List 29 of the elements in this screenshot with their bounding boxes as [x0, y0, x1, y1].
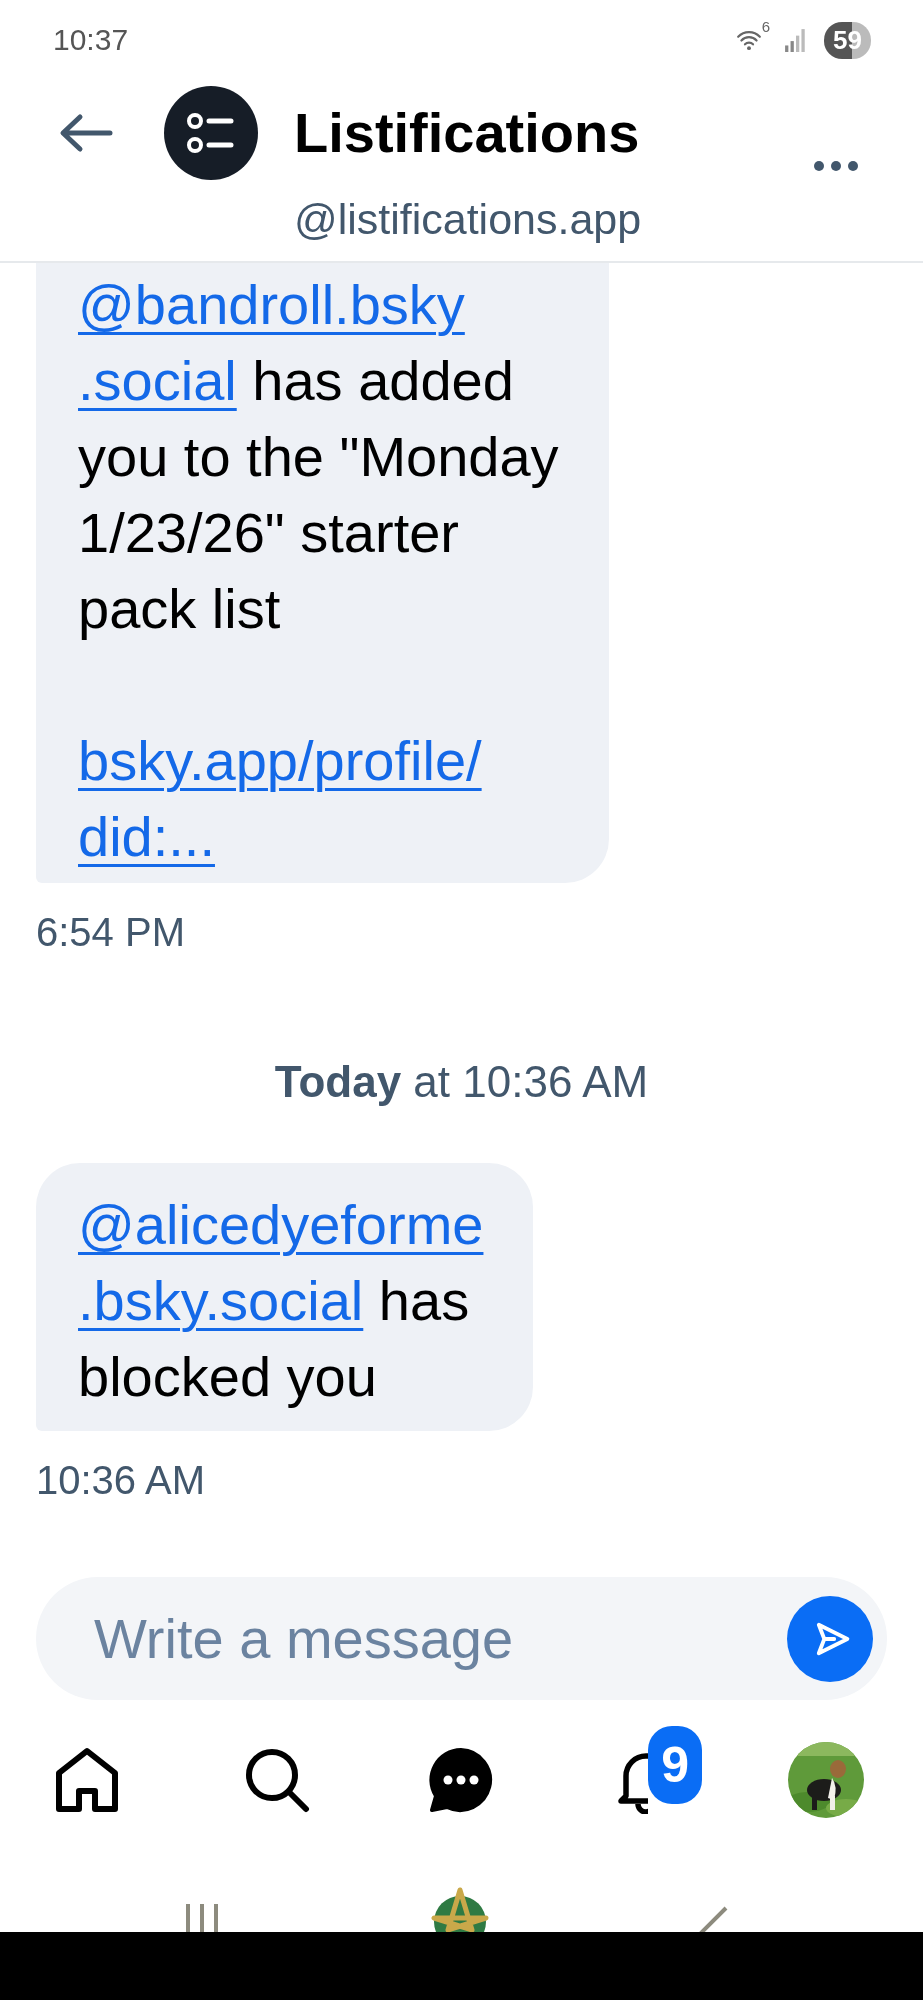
message-text: blocked you [78, 1345, 377, 1408]
message-link[interactable]: @bandroll.bsky [78, 273, 465, 336]
chat-title: Listifications [294, 101, 641, 165]
back-arrow-icon[interactable] [58, 113, 114, 153]
message-time: 6:54 PM [36, 909, 185, 956]
home-icon[interactable] [55, 1747, 120, 1813]
date-separator: Today at 10:36 AM [274, 1057, 649, 1107]
message-link[interactable]: bsky.app/profile/ [78, 729, 482, 792]
notification-badge: 9 [648, 1726, 703, 1804]
status-time: 10:37 [53, 23, 129, 57]
message-link[interactable]: @alicedyeforme [78, 1193, 484, 1256]
message-text: pack list [78, 577, 281, 640]
message-text: has [377, 1269, 470, 1332]
message-text: has added [251, 349, 514, 412]
search-icon[interactable] [243, 1747, 310, 1813]
list-avatar-icon [164, 86, 258, 180]
message-link[interactable]: did:... [78, 805, 215, 868]
message-time: 10:36 AM [36, 1457, 205, 1504]
message-input[interactable]: Write a message [92, 1605, 787, 1672]
wifi-label: 6 [761, 17, 771, 35]
chat-icon[interactable] [428, 1747, 495, 1813]
more-options-icon[interactable] [813, 160, 859, 172]
composer-bar[interactable]: Write a message [36, 1577, 887, 1700]
message-text: you to the "Monday [78, 425, 559, 488]
message-link[interactable]: .bsky.social [78, 1269, 364, 1332]
message-text: 1/23/26" starter [78, 501, 459, 564]
message-link[interactable]: .social [78, 349, 237, 412]
wifi-icon [735, 29, 762, 51]
chat-handle: @listifications.app [294, 194, 642, 245]
